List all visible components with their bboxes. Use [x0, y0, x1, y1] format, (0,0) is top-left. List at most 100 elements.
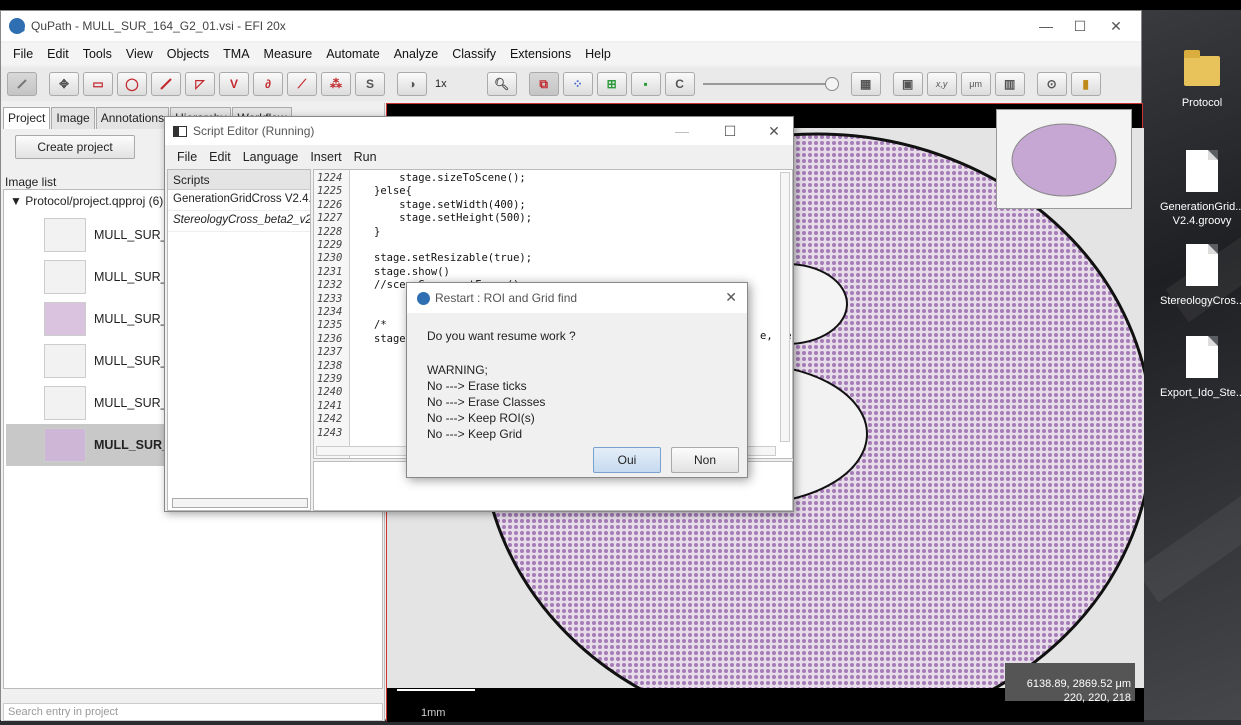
- menu-help[interactable]: Help: [585, 47, 611, 61]
- window-title: QuPath - MULL_SUR_164_G2_01.vsi - EFI 20…: [31, 19, 286, 33]
- brush-icon: ∂: [265, 77, 271, 91]
- script-editor-title-bar[interactable]: Script Editor (Running) — ☐ ✕: [165, 117, 793, 145]
- line-number: 1241: [317, 399, 343, 412]
- image-entry-label: MULL_SUR_1: [94, 312, 175, 326]
- polygon-tool-button[interactable]: ◸: [185, 72, 215, 96]
- dialog-title-bar[interactable]: Restart : ROI and Grid find ✕: [407, 283, 747, 313]
- overview-icon: ▦: [859, 77, 872, 91]
- brush-tool-button[interactable]: ∂: [253, 72, 283, 96]
- close-icon[interactable]: ✕: [725, 289, 737, 306]
- ellipse-tool-button[interactable]: ◯: [117, 72, 147, 96]
- script-menu-file[interactable]: File: [177, 150, 197, 164]
- brightness-contrast-button[interactable]: ◑: [397, 72, 427, 96]
- code-line: stage.show(): [374, 265, 450, 278]
- overview-tissue: [1011, 123, 1117, 197]
- menu-edit[interactable]: Edit: [47, 47, 69, 61]
- tissue-thumbnail: [44, 428, 86, 462]
- script-menu-language[interactable]: Language: [243, 150, 299, 164]
- menu-tools[interactable]: Tools: [83, 47, 112, 61]
- create-project-button[interactable]: Create project: [15, 135, 135, 159]
- desktop-icon-protocol[interactable]: Protocol: [1162, 50, 1241, 110]
- script-menu-insert[interactable]: Insert: [310, 150, 341, 164]
- script-item[interactable]: GenerationGridCross V2.4.g: [168, 190, 310, 211]
- menu-automate[interactable]: Automate: [326, 47, 380, 61]
- scale-bar: [397, 689, 475, 691]
- show-tma-grid-button[interactable]: ⁘: [562, 72, 593, 96]
- zoom-icon: 🔍︎: [494, 77, 510, 91]
- code-line: }: [374, 225, 381, 238]
- preferences-button[interactable]: ⊙: [1036, 72, 1067, 96]
- desktop-icon-stereology[interactable]: StereologyCros...: [1160, 244, 1241, 308]
- script-item[interactable]: StereologyCross_beta2_v2.2.: [168, 211, 310, 232]
- zoom-level: 1x: [435, 78, 447, 90]
- fill-detections-button[interactable]: ▪: [630, 72, 661, 96]
- script-editor-title: Script Editor (Running): [193, 124, 315, 138]
- file-icon: [1186, 336, 1218, 378]
- title-bar[interactable]: QuPath - MULL_SUR_164_G2_01.vsi - EFI 20…: [1, 11, 1141, 41]
- desktop-decoration: [1135, 397, 1241, 603]
- menu-file[interactable]: File: [13, 47, 33, 61]
- script-menu-edit[interactable]: Edit: [209, 150, 231, 164]
- show-detections-button[interactable]: ⊞: [596, 72, 627, 96]
- desktop-icon-label: GenerationGrid... V2.4.groovy: [1160, 201, 1241, 227]
- menu-extensions[interactable]: Extensions: [510, 47, 571, 61]
- menu-measure[interactable]: Measure: [264, 47, 313, 61]
- points-tool-button[interactable]: ⁂: [321, 72, 351, 96]
- project-root-item[interactable]: ▼ Protocol/project.qpproj (6): [10, 194, 163, 208]
- line-number: 1243: [317, 426, 343, 439]
- zoom-to-fit-button[interactable]: 🔍︎: [486, 72, 517, 96]
- code-line: /*: [374, 319, 387, 332]
- xy-coordinates-button[interactable]: x,y: [926, 72, 957, 96]
- tab-image[interactable]: Image: [51, 107, 95, 129]
- code-line: stage: [374, 332, 406, 345]
- overview-button[interactable]: ▦: [850, 72, 881, 96]
- close-button[interactable]: ✕: [1093, 11, 1139, 41]
- line-number: 1224: [317, 172, 343, 184]
- selection-mode-button[interactable]: S: [355, 72, 385, 96]
- counting-grid-button[interactable]: ▥: [994, 72, 1025, 96]
- menu-classify[interactable]: Classify: [452, 47, 496, 61]
- horizontal-scrollbar[interactable]: [172, 498, 308, 508]
- show-grid-button[interactable]: ▣: [892, 72, 923, 96]
- desktop-icon-generationgrid[interactable]: GenerationGrid... V2.4.groovy: [1160, 150, 1241, 228]
- move-tool-button[interactable]: [7, 72, 37, 96]
- move-icon: ✥: [58, 77, 70, 91]
- maximize-button[interactable]: ☐: [707, 117, 753, 145]
- tab-annotations[interactable]: Annotations: [95, 107, 170, 129]
- overview-thumbnail[interactable]: [996, 109, 1132, 209]
- opacity-slider[interactable]: [702, 77, 839, 91]
- polygon-icon: ◸: [195, 77, 205, 91]
- menu-analyze[interactable]: Analyze: [394, 47, 438, 61]
- pan-tool-button[interactable]: ✥: [49, 72, 79, 96]
- scalebar-button[interactable]: μm: [960, 72, 991, 96]
- log-icon: ▮: [1082, 77, 1089, 91]
- menu-view[interactable]: View: [126, 47, 153, 61]
- no-button[interactable]: Non: [671, 447, 739, 473]
- yes-button[interactable]: Oui: [593, 447, 661, 473]
- show-annotations-button[interactable]: ⧉: [528, 72, 559, 96]
- log-button[interactable]: ▮: [1070, 72, 1101, 96]
- wand-tool-button[interactable]: ⟋: [287, 72, 317, 96]
- code-line: stage.setWidth(400);: [374, 198, 526, 211]
- rectangle-tool-button[interactable]: ▭: [83, 72, 113, 96]
- image-entry-label: MULL_SUR_1: [94, 396, 175, 410]
- pixel-classification-label: C: [675, 77, 684, 91]
- line-number: 1230: [317, 252, 343, 265]
- menu-objects[interactable]: Objects: [167, 47, 209, 61]
- script-menu-run[interactable]: Run: [354, 150, 377, 164]
- pixel-rgb-value: 220, 220, 218: [1063, 692, 1131, 704]
- line-tool-button[interactable]: [151, 72, 181, 96]
- slider-thumb[interactable]: [824, 77, 839, 91]
- vertical-scrollbar[interactable]: [780, 172, 790, 442]
- polyline-tool-button[interactable]: V: [219, 72, 249, 96]
- close-button[interactable]: ✕: [751, 117, 797, 145]
- tissue-thumbnail: [44, 302, 86, 336]
- menu-tma[interactable]: TMA: [223, 47, 249, 61]
- project-search-input[interactable]: Search entry in project: [3, 703, 383, 721]
- code-line: stage.setResizable(true);: [374, 252, 533, 265]
- minimize-button[interactable]: —: [659, 117, 705, 145]
- scripts-header: Scripts: [168, 170, 310, 190]
- pixel-classification-button[interactable]: C: [664, 72, 695, 96]
- tab-project[interactable]: Project: [3, 107, 51, 129]
- desktop-icon-export[interactable]: Export_Ido_Ste...: [1160, 336, 1241, 400]
